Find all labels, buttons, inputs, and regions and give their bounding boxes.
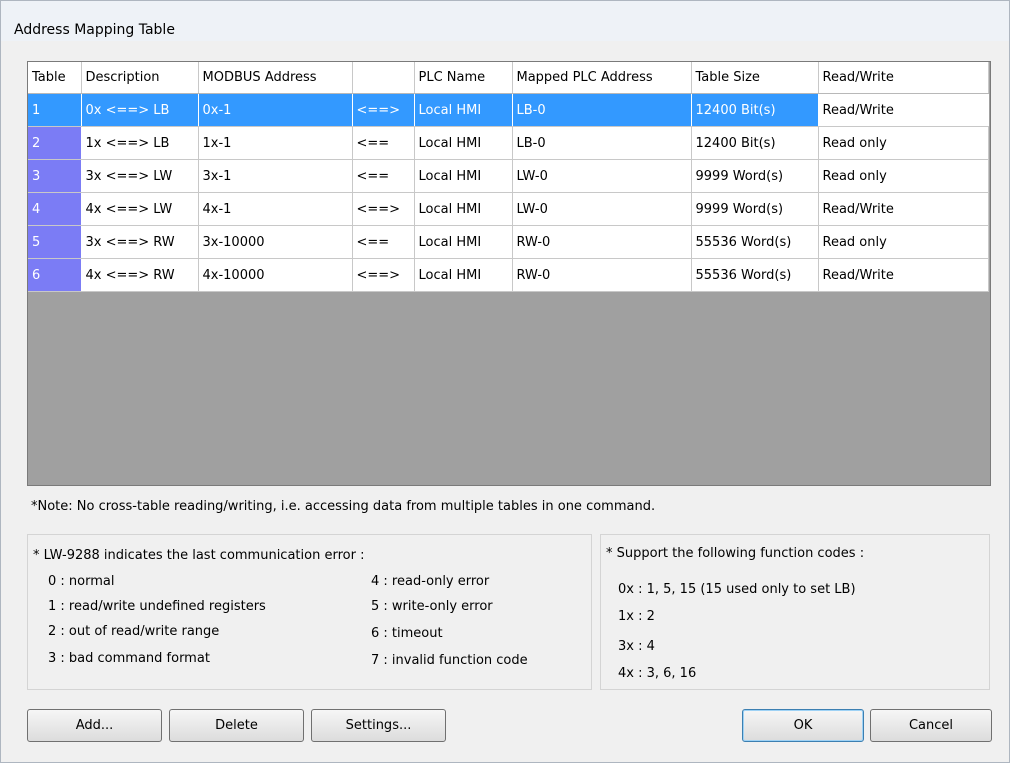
- column-header-direction[interactable]: [352, 62, 415, 94]
- row-number-cell[interactable]: 6: [28, 258, 82, 292]
- description-cell[interactable]: 4x <==> LW: [81, 192, 199, 226]
- read-write-cell[interactable]: Read only: [818, 159, 989, 193]
- direction-cell[interactable]: <==: [352, 159, 415, 193]
- function-code-item: 4x : 3, 6, 16: [618, 666, 697, 681]
- error-codes-panel: * LW-9288 indicates the last communicati…: [27, 534, 592, 690]
- plc-name-cell[interactable]: Local HMI: [414, 225, 513, 259]
- modbus-address-cell[interactable]: 3x-10000: [198, 225, 353, 259]
- direction-cell[interactable]: <==>: [352, 258, 415, 292]
- settings-button[interactable]: Settings...: [311, 709, 446, 742]
- cross-table-note: *Note: No cross-table reading/writing, i…: [31, 499, 656, 514]
- mapped-plc-address-cell[interactable]: LW-0: [512, 159, 692, 193]
- description-cell[interactable]: 1x <==> LB: [81, 126, 199, 160]
- read-write-cell[interactable]: Read only: [818, 225, 989, 259]
- column-header-description[interactable]: Description: [81, 62, 199, 94]
- error-code-item: 3 : bad command format: [48, 651, 210, 666]
- column-header-plc-name[interactable]: PLC Name: [414, 62, 513, 94]
- cancel-button[interactable]: Cancel: [870, 709, 992, 742]
- mapping-table: Table Description MODBUS Address PLC Nam…: [27, 61, 991, 486]
- row-number-cell[interactable]: 1: [28, 93, 82, 127]
- error-codes-title: * LW-9288 indicates the last communicati…: [33, 548, 365, 563]
- add-button[interactable]: Add...: [27, 709, 162, 742]
- function-code-item: 0x : 1, 5, 15 (15 used only to set LB): [618, 582, 856, 597]
- plc-name-cell[interactable]: Local HMI: [414, 159, 513, 193]
- table-size-cell[interactable]: 12400 Bit(s): [691, 126, 819, 160]
- modbus-address-cell[interactable]: 1x-1: [198, 126, 353, 160]
- column-header-mapped-plc-address[interactable]: Mapped PLC Address: [512, 62, 692, 94]
- error-code-item: 4 : read-only error: [371, 574, 490, 589]
- modbus-address-cell[interactable]: 3x-1: [198, 159, 353, 193]
- error-code-item: 0 : normal: [48, 574, 115, 589]
- read-write-cell[interactable]: Read/Write: [818, 93, 989, 127]
- direction-cell[interactable]: <==>: [352, 192, 415, 226]
- table-size-cell[interactable]: 9999 Word(s): [691, 159, 819, 193]
- description-cell[interactable]: 3x <==> RW: [81, 225, 199, 259]
- plc-name-cell[interactable]: Local HMI: [414, 93, 513, 127]
- error-code-item: 6 : timeout: [371, 626, 443, 641]
- description-cell[interactable]: 0x <==> LB: [81, 93, 199, 127]
- table-row[interactable]: 3 3x <==> LW 3x-1 <== Local HMI LW-0 999…: [28, 159, 989, 193]
- row-number-cell[interactable]: 2: [28, 126, 82, 160]
- column-header-read-write[interactable]: Read/Write: [818, 62, 989, 94]
- table-size-cell[interactable]: 55536 Word(s): [691, 225, 819, 259]
- table-header-row: Table Description MODBUS Address PLC Nam…: [28, 62, 989, 94]
- read-write-cell[interactable]: Read/Write: [818, 192, 989, 226]
- direction-cell[interactable]: <==: [352, 126, 415, 160]
- description-cell[interactable]: 4x <==> RW: [81, 258, 199, 292]
- function-code-item: 1x : 2: [618, 609, 655, 624]
- plc-name-cell[interactable]: Local HMI: [414, 192, 513, 226]
- table-row[interactable]: 2 1x <==> LB 1x-1 <== Local HMI LB-0 124…: [28, 126, 989, 160]
- address-mapping-dialog: Address Mapping Table Table Description …: [0, 0, 1010, 763]
- column-header-table[interactable]: Table: [28, 62, 82, 94]
- read-write-cell[interactable]: Read only: [818, 126, 989, 160]
- error-code-item: 5 : write-only error: [371, 599, 493, 614]
- table-row[interactable]: 6 4x <==> RW 4x-10000 <==> Local HMI RW-…: [28, 258, 989, 292]
- mapping-grid: Table Description MODBUS Address PLC Nam…: [28, 62, 989, 292]
- modbus-address-cell[interactable]: 4x-1: [198, 192, 353, 226]
- plc-name-cell[interactable]: Local HMI: [414, 126, 513, 160]
- read-write-cell[interactable]: Read/Write: [818, 258, 989, 292]
- mapped-plc-address-cell[interactable]: LW-0: [512, 192, 692, 226]
- ok-button[interactable]: OK: [742, 709, 864, 742]
- dialog-title: Address Mapping Table: [14, 22, 175, 38]
- column-header-modbus-address[interactable]: MODBUS Address: [198, 62, 353, 94]
- function-code-item: 3x : 4: [618, 639, 655, 654]
- error-code-item: 1 : read/write undefined registers: [48, 599, 266, 614]
- mapped-plc-address-cell[interactable]: RW-0: [512, 225, 692, 259]
- mapped-plc-address-cell[interactable]: RW-0: [512, 258, 692, 292]
- table-size-cell[interactable]: 12400 Bit(s): [691, 93, 819, 127]
- description-cell[interactable]: 3x <==> LW: [81, 159, 199, 193]
- row-number-cell[interactable]: 4: [28, 192, 82, 226]
- error-code-item: 2 : out of read/write range: [48, 624, 220, 639]
- table-size-cell[interactable]: 55536 Word(s): [691, 258, 819, 292]
- modbus-address-cell[interactable]: 0x-1: [198, 93, 353, 127]
- table-size-cell[interactable]: 9999 Word(s): [691, 192, 819, 226]
- function-codes-panel: * Support the following function codes :…: [600, 534, 990, 690]
- direction-cell[interactable]: <==: [352, 225, 415, 259]
- table-row[interactable]: 4 4x <==> LW 4x-1 <==> Local HMI LW-0 99…: [28, 192, 989, 226]
- column-header-table-size[interactable]: Table Size: [691, 62, 819, 94]
- plc-name-cell[interactable]: Local HMI: [414, 258, 513, 292]
- delete-button[interactable]: Delete: [169, 709, 304, 742]
- error-code-item: 7 : invalid function code: [371, 653, 528, 668]
- row-number-cell[interactable]: 5: [28, 225, 82, 259]
- table-row[interactable]: 5 3x <==> RW 3x-10000 <== Local HMI RW-0…: [28, 225, 989, 259]
- mapped-plc-address-cell[interactable]: LB-0: [512, 93, 692, 127]
- function-codes-title: * Support the following function codes :: [606, 546, 865, 561]
- direction-cell[interactable]: <==>: [352, 93, 415, 127]
- row-number-cell[interactable]: 3: [28, 159, 82, 193]
- table-row[interactable]: 1 0x <==> LB 0x-1 <==> Local HMI LB-0 12…: [28, 93, 989, 127]
- title-bar[interactable]: Address Mapping Table: [1, 1, 1009, 41]
- mapped-plc-address-cell[interactable]: LB-0: [512, 126, 692, 160]
- modbus-address-cell[interactable]: 4x-10000: [198, 258, 353, 292]
